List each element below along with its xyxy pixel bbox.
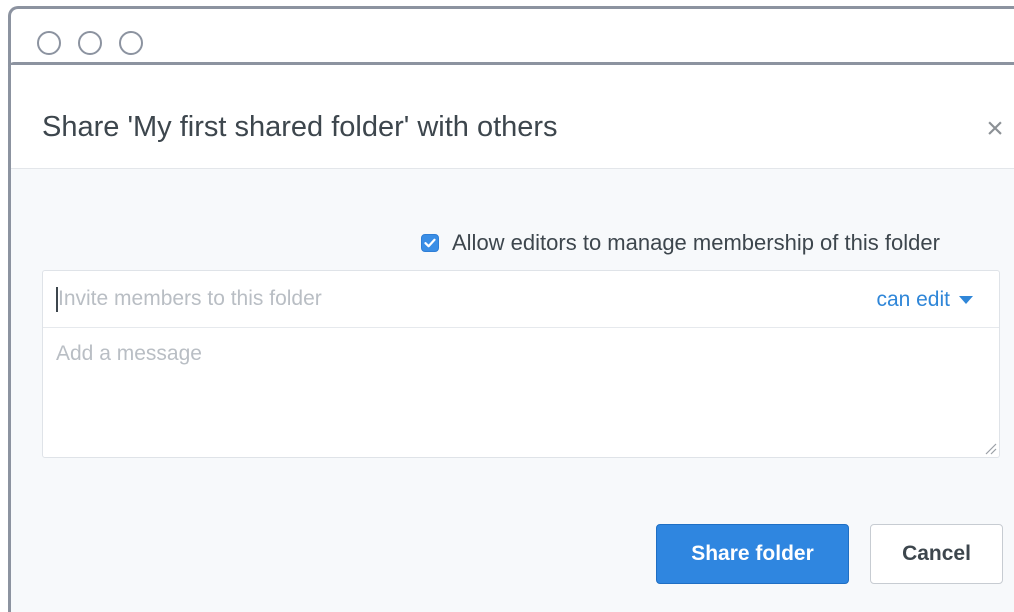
allow-membership-checkbox[interactable] bbox=[421, 234, 439, 252]
caret-down-icon bbox=[959, 296, 973, 304]
share-folder-button[interactable]: Share folder bbox=[656, 524, 849, 584]
dialog-header: Share 'My first shared folder' with othe… bbox=[11, 65, 1014, 169]
permission-label: can edit bbox=[876, 288, 950, 311]
invite-row: Invite members to this folder can edit bbox=[43, 271, 999, 328]
close-icon[interactable]: × bbox=[983, 114, 1007, 144]
window-control-circle-icon[interactable] bbox=[37, 31, 61, 55]
permission-dropdown[interactable]: can edit bbox=[876, 288, 973, 312]
window-chrome bbox=[8, 6, 1014, 67]
share-dialog: Share 'My first shared folder' with othe… bbox=[8, 62, 1014, 612]
invite-form: Invite members to this folder can edit A… bbox=[42, 270, 1000, 458]
window-control-circle-icon[interactable] bbox=[119, 31, 143, 55]
app-window: Share 'My first shared folder' with othe… bbox=[0, 0, 1014, 612]
invite-members-input[interactable]: Invite members to this folder bbox=[56, 287, 322, 311]
checkmark-icon bbox=[424, 238, 436, 248]
resize-handle-icon[interactable] bbox=[983, 441, 997, 455]
dialog-title: Share 'My first shared folder' with othe… bbox=[42, 111, 558, 143]
allow-membership-label: Allow editors to manage membership of th… bbox=[452, 230, 940, 255]
window-control-circle-icon[interactable] bbox=[78, 31, 102, 55]
allow-membership-option[interactable]: Allow editors to manage membership of th… bbox=[421, 229, 940, 257]
cancel-button[interactable]: Cancel bbox=[870, 524, 1003, 584]
message-textarea[interactable]: Add a message bbox=[56, 342, 202, 366]
